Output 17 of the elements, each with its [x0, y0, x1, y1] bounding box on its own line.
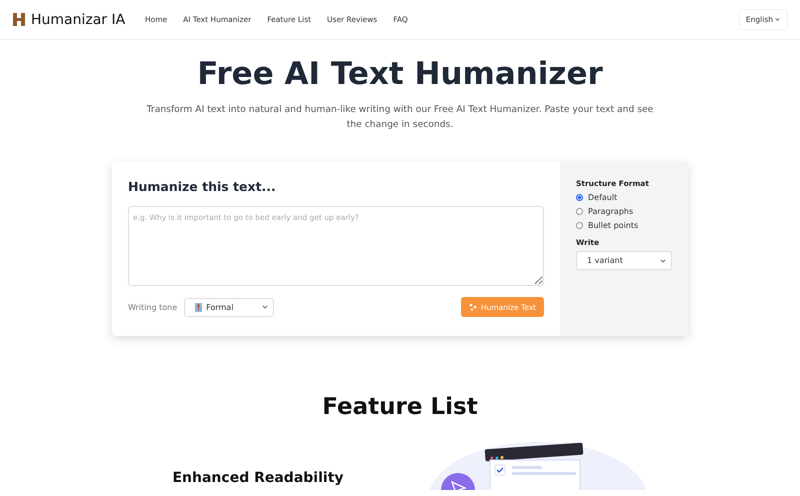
card-heading: Humanize this text...	[128, 179, 277, 194]
sparkle-icon	[468, 303, 477, 311]
section-heading: Feature List	[321, 394, 479, 420]
format-option[interactable]: Paragraphs	[576, 207, 672, 216]
tone-label: Writing tone	[128, 302, 178, 312]
tie-icon	[195, 302, 202, 312]
feature-title: Enhanced Readability	[171, 470, 345, 488]
logo-icon	[13, 13, 25, 26]
chevron-icon	[261, 303, 270, 311]
page-title: Free AI Text Humanizer	[196, 56, 604, 92]
format-option[interactable]: Bullet points	[576, 221, 672, 230]
variant-select[interactable]: 1 variant	[576, 251, 672, 270]
chevron-icon	[774, 16, 781, 23]
format-option[interactable]: Default	[576, 193, 672, 202]
page-subtitle: Transform AI text into natural and human-like writing with our Free AI Text Humanizer. Paste your text and see the change in seconds.	[146, 103, 654, 132]
brand-name[interactable]: Humanizar IA	[31, 12, 126, 28]
tone-select[interactable]: Formal	[184, 298, 274, 316]
